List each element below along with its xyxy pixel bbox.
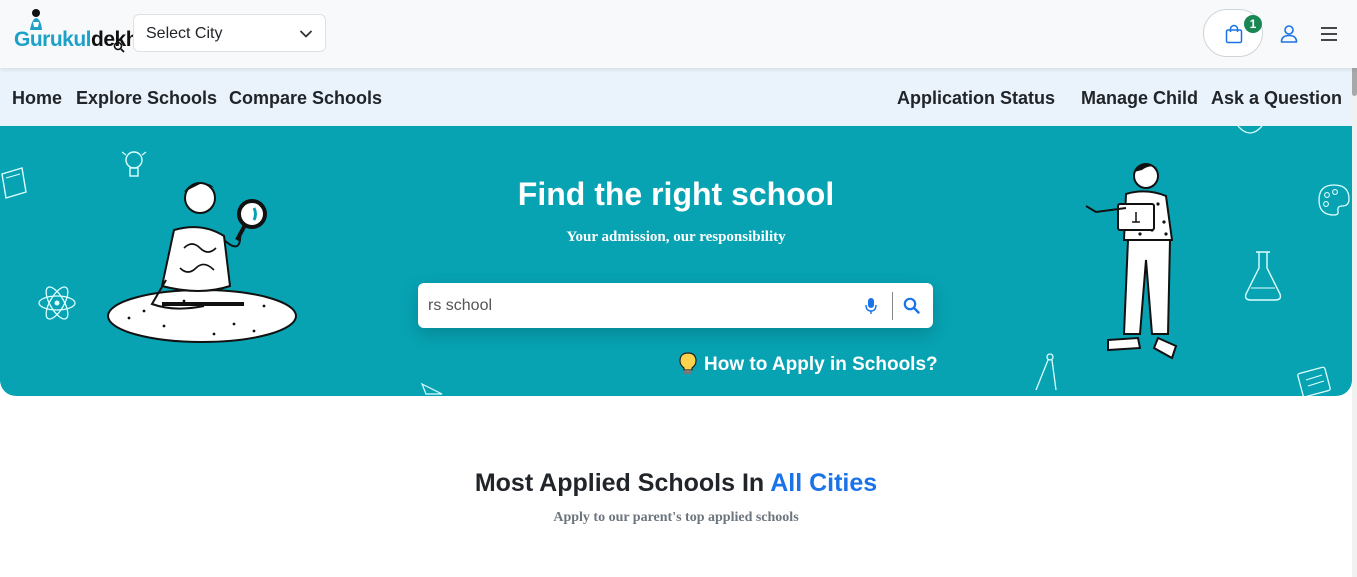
notebook-doodle-icon	[1297, 366, 1331, 396]
microphone-icon[interactable]	[865, 297, 877, 315]
cart-count-badge: 1	[1244, 15, 1262, 33]
main-navigation: Home Explore Schools Compare Schools App…	[0, 68, 1352, 126]
section-title: Most Applied Schools In All Cities	[0, 469, 1352, 498]
logo-figure-icon	[30, 9, 42, 30]
top-header: Gurukuldekho Select City 1	[0, 0, 1357, 68]
school-search-bar	[418, 283, 933, 328]
lightbulb-icon	[679, 352, 697, 374]
hamburger-menu-icon[interactable]	[1320, 26, 1338, 42]
logo-text: Gurukuldekho	[14, 28, 151, 51]
city-select[interactable]: Select City	[133, 14, 326, 52]
gurukuldekho-logo[interactable]: Gurukuldekho	[12, 8, 151, 58]
search-icon[interactable]	[903, 297, 920, 314]
paper-plane-doodle-icon	[420, 382, 443, 395]
nav-ask-question[interactable]: Ask a Question	[1211, 88, 1342, 109]
nav-compare-schools[interactable]: Compare Schools	[229, 88, 382, 109]
search-input[interactable]	[428, 293, 848, 319]
hero-subtitle: Your admission, our responsibility	[566, 229, 786, 245]
logo-magnifier-icon	[113, 41, 125, 53]
hero-banner: Find the right school Your admission, ou…	[0, 126, 1352, 396]
section-title-prefix: Most Applied Schools In	[474, 469, 771, 497]
nav-application-status[interactable]: Application Status	[897, 88, 1055, 109]
hero-title: Find the right school	[517, 176, 835, 212]
globe-doodle-icon	[1237, 126, 1263, 134]
search-divider	[892, 292, 893, 320]
nav-home[interactable]: Home	[12, 88, 62, 109]
city-select-value: Select City	[146, 25, 223, 42]
section-subtitle: Apply to our parent's top applied school…	[553, 510, 799, 525]
chevron-down-icon	[300, 30, 312, 38]
section-title-accent[interactable]: All Cities	[770, 469, 877, 497]
user-icon[interactable]	[1279, 24, 1299, 44]
nav-explore-schools[interactable]: Explore Schools	[76, 88, 217, 109]
page-scrollbar[interactable]	[1352, 0, 1357, 577]
atom-doodle-icon	[38, 286, 76, 320]
flask-doodle-icon	[1244, 251, 1282, 301]
nav-manage-child[interactable]: Manage Child	[1081, 88, 1198, 109]
shopping-bag-icon	[1225, 24, 1243, 44]
how-to-apply-text: How to Apply in Schools?	[704, 354, 938, 375]
compass-doodle-icon	[1035, 353, 1057, 391]
